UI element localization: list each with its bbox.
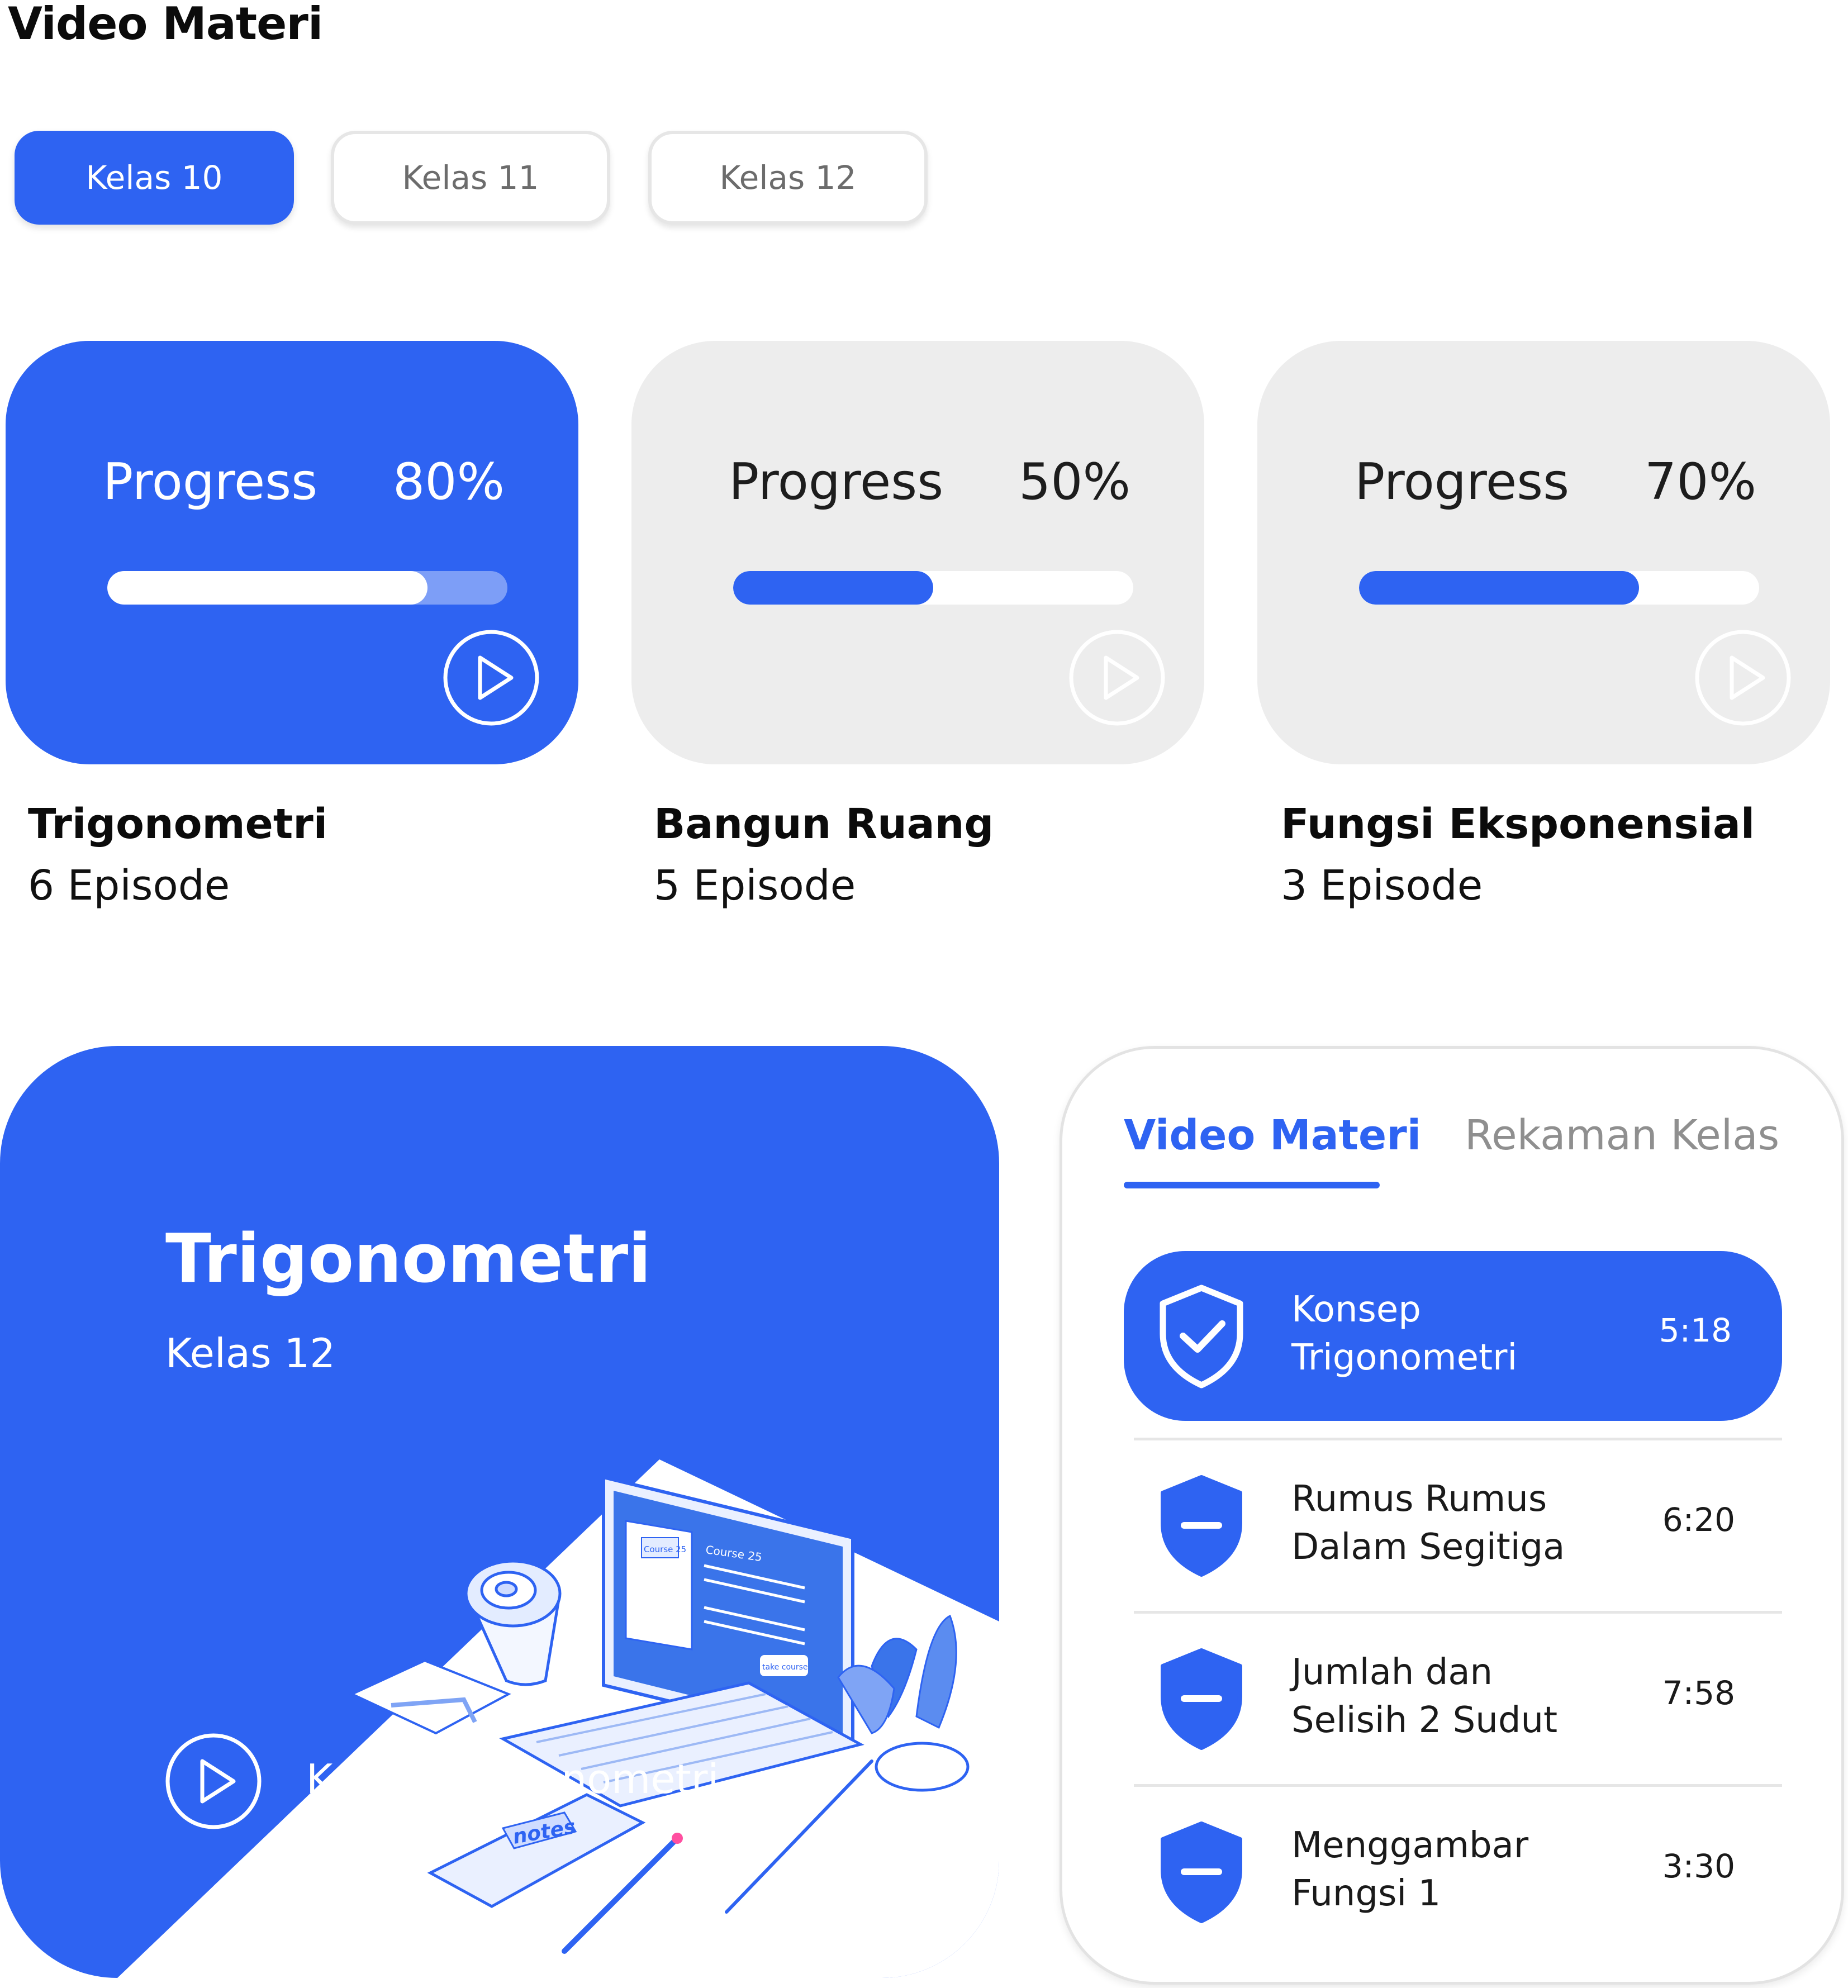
episode-item-3[interactable]: Jumlah dan Selisih 2 Sudut 7:58	[1134, 1611, 1782, 1781]
hero-title: Trigonometri	[165, 1220, 652, 1298]
course-episode-count: 5 Episode	[654, 862, 856, 910]
episode-duration: 6:20	[1662, 1501, 1735, 1539]
tab-kelas-12[interactable]: Kelas 12	[648, 131, 928, 225]
progress-fill	[1359, 571, 1640, 605]
shield-minus-icon	[1161, 1821, 1242, 1923]
course-card-trigonometri[interactable]: Progress 80%	[6, 341, 578, 764]
hero-caption[interactable]: Konsep Trigonometri	[306, 1756, 719, 1802]
progress-percent: 70%	[1644, 453, 1756, 511]
progress-bar	[1359, 571, 1759, 605]
page-title: Video Materi	[8, 0, 323, 50]
play-icon[interactable]	[442, 629, 540, 727]
episode-panel: Video Materi Rekaman Kelas Konsep Trigon…	[1060, 1046, 1844, 1985]
play-icon[interactable]	[1068, 629, 1166, 727]
episode-item-1[interactable]: Konsep Trigonometri 5:18	[1124, 1251, 1782, 1421]
progress-bar	[733, 571, 1133, 605]
tab-kelas-10[interactable]: Kelas 10	[15, 131, 294, 225]
episode-title: Jumlah dan Selisih 2 Sudut	[1291, 1652, 1558, 1741]
episode-item-4[interactable]: Menggambar Fungsi 1 3:30	[1134, 1784, 1782, 1954]
course-name[interactable]: Fungsi Eksponensial	[1281, 800, 1755, 848]
play-icon[interactable]	[1694, 629, 1792, 727]
episode-duration: 3:30	[1662, 1847, 1735, 1885]
shield-minus-icon	[1161, 1648, 1242, 1750]
shield-check-icon	[1160, 1285, 1243, 1388]
course-episode-count: 6 Episode	[28, 862, 230, 910]
progress-fill	[733, 571, 933, 605]
course-name[interactable]: Bangun Ruang	[654, 800, 994, 848]
progress-label: Progress	[729, 453, 944, 511]
progress-label: Progress	[103, 453, 318, 511]
tab-kelas-11[interactable]: Kelas 11	[331, 131, 610, 225]
progress-fill	[107, 571, 427, 605]
art-button-label: take course	[762, 1663, 808, 1672]
episode-duration: 5:18	[1659, 1311, 1732, 1349]
hero-subtitle: Kelas 12	[165, 1330, 336, 1377]
course-episode-count: 3 Episode	[1281, 862, 1483, 910]
episode-duration: 7:58	[1662, 1674, 1735, 1712]
progress-percent: 80%	[392, 453, 505, 511]
tab-video-materi[interactable]: Video Materi	[1124, 1111, 1421, 1159]
active-tab-indicator	[1124, 1182, 1380, 1188]
episode-title: Konsep Trigonometri	[1291, 1289, 1518, 1378]
progress-percent: 50%	[1018, 453, 1130, 511]
episode-title: Rumus Rumus Dalam Segitiga	[1291, 1478, 1565, 1568]
course-name[interactable]: Trigonometri	[28, 800, 327, 848]
course-card-fungsi-eksponensial[interactable]: Progress 70%	[1257, 341, 1830, 764]
progress-label: Progress	[1355, 453, 1570, 511]
art-card-label: Course 25	[644, 1544, 686, 1554]
hero-card: Course 25 Course 25 take course notes Tr…	[0, 1046, 999, 1978]
shield-minus-icon	[1161, 1475, 1242, 1577]
course-card-bangun-ruang[interactable]: Progress 50%	[631, 341, 1204, 764]
episode-title: Menggambar Fungsi 1	[1291, 1825, 1529, 1914]
study-desk-illustration: Course 25 Course 25 take course notes	[117, 1459, 999, 1978]
episode-item-2[interactable]: Rumus Rumus Dalam Segitiga 6:20	[1134, 1438, 1782, 1607]
tab-rekaman-kelas[interactable]: Rekaman Kelas	[1465, 1111, 1779, 1159]
progress-bar	[107, 571, 507, 605]
play-icon[interactable]	[164, 1732, 263, 1830]
